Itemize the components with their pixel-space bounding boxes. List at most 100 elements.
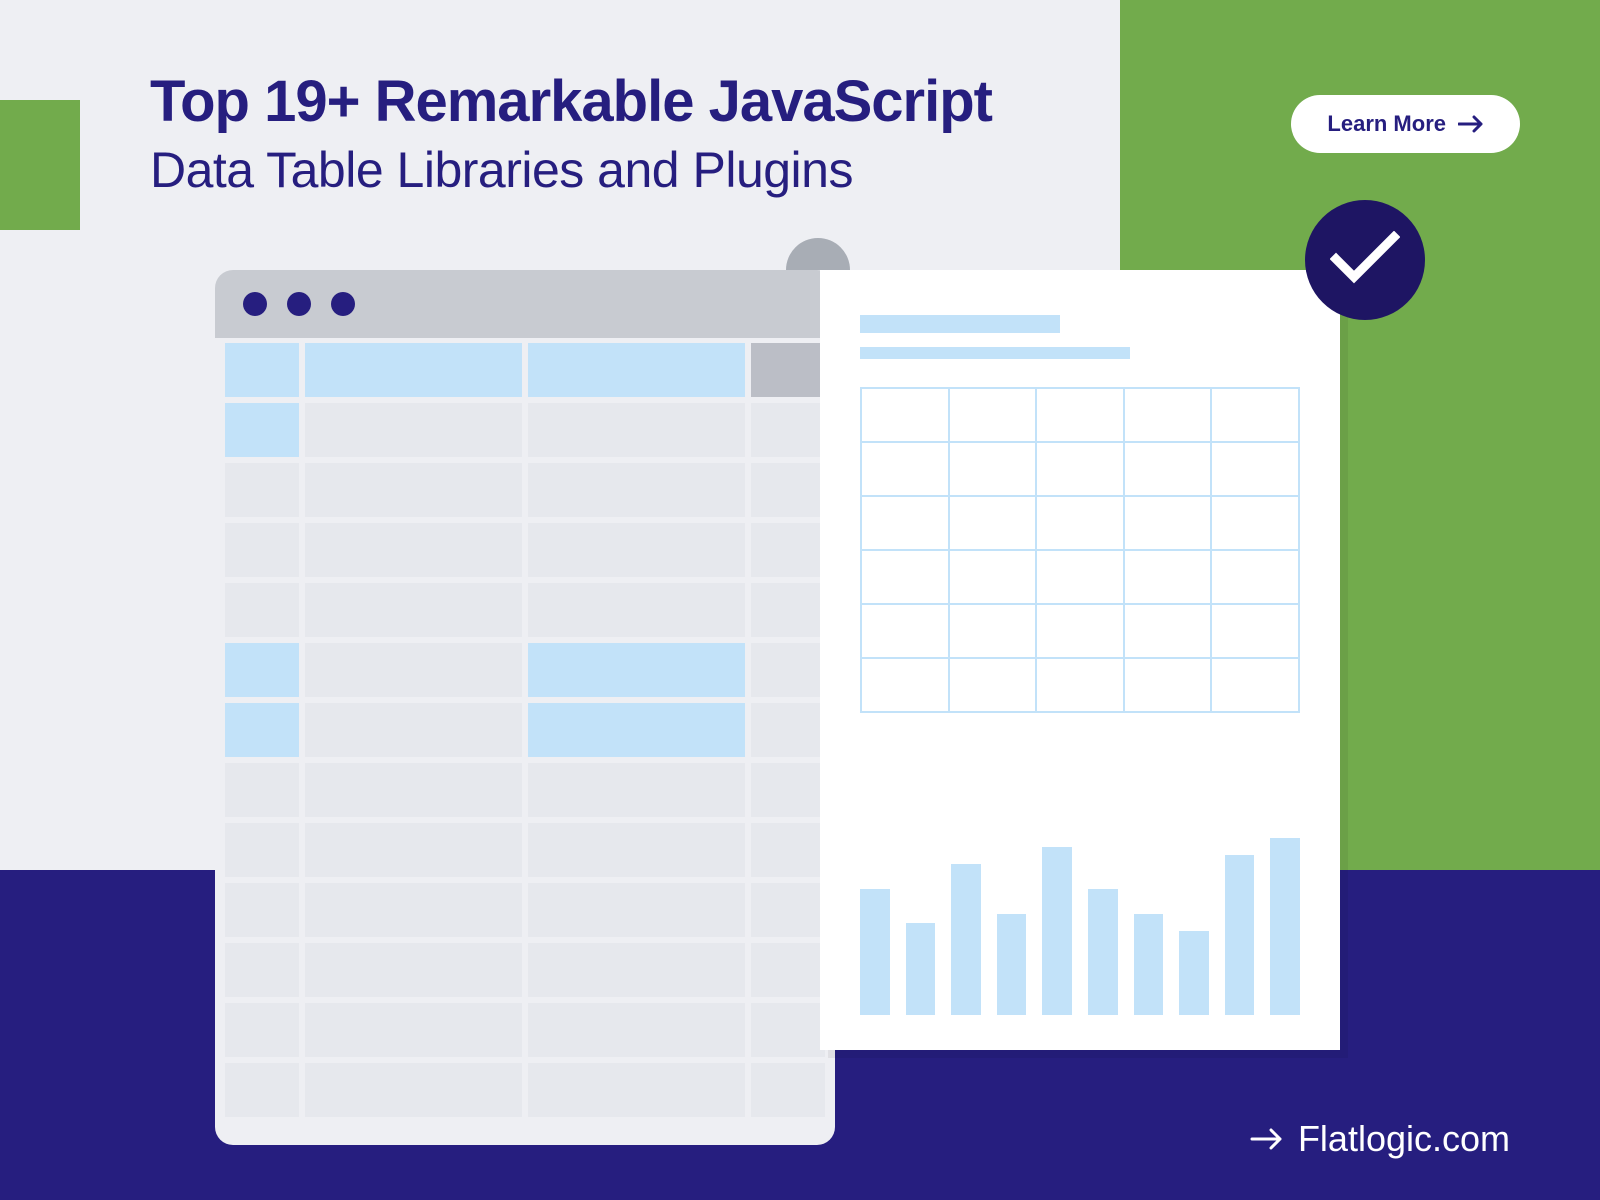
sheet-cell xyxy=(528,823,745,877)
paper-table-cell xyxy=(1124,550,1212,604)
sheet-cell xyxy=(305,583,522,637)
paper-table-cell xyxy=(1211,496,1299,550)
sheet-cell xyxy=(751,943,825,997)
chart-bar xyxy=(997,914,1027,1015)
sheet-row xyxy=(225,763,825,817)
brand-link[interactable]: Flatlogic.com xyxy=(1250,1118,1510,1160)
sheet-cell xyxy=(225,403,299,457)
sheet-cell xyxy=(225,523,299,577)
sheet-cell xyxy=(528,703,745,757)
sheet-cell xyxy=(528,583,745,637)
paper-subtitle-placeholder xyxy=(860,347,1130,359)
paper-table-cell xyxy=(1036,442,1124,496)
sheet-cell xyxy=(528,403,745,457)
sheet-cell xyxy=(528,643,745,697)
sheet-cell xyxy=(528,883,745,937)
page-heading: Top 19+ Remarkable JavaScript Data Table… xyxy=(150,70,992,199)
sheet-cell xyxy=(225,343,299,397)
sheet-cell xyxy=(225,823,299,877)
sheet-cell xyxy=(751,343,825,397)
sheet-cell xyxy=(751,583,825,637)
check-badge xyxy=(1305,200,1425,320)
paper-table-cell xyxy=(949,604,1037,658)
chart-bar xyxy=(1225,855,1255,1015)
sheet-row xyxy=(225,403,825,457)
paper-table-cell xyxy=(1124,658,1212,712)
paper-table-cell xyxy=(861,604,949,658)
chart-bar xyxy=(951,864,981,1015)
window-dot-icon xyxy=(243,292,267,316)
chart-bar xyxy=(1179,931,1209,1015)
paper-table-cell xyxy=(861,496,949,550)
paper-table-cell xyxy=(1211,550,1299,604)
heading-title: Top 19+ Remarkable JavaScript xyxy=(150,70,992,134)
sheet-row xyxy=(225,583,825,637)
spreadsheet-grid xyxy=(215,338,835,1117)
sheet-cell xyxy=(305,823,522,877)
paper-table-cell xyxy=(949,388,1037,442)
sheet-cell xyxy=(751,823,825,877)
chart-bar xyxy=(860,889,890,1015)
sheet-cell xyxy=(305,763,522,817)
chart-bar xyxy=(1042,847,1072,1015)
sheet-cell xyxy=(751,523,825,577)
sheet-cell xyxy=(305,1003,522,1057)
paper-table-cell xyxy=(861,550,949,604)
sheet-cell xyxy=(225,643,299,697)
paper-title-placeholder xyxy=(860,315,1060,333)
report-paper xyxy=(820,270,1340,1050)
paper-table-cell xyxy=(861,658,949,712)
paper-table-cell xyxy=(861,442,949,496)
sheet-row xyxy=(225,703,825,757)
sheet-cell xyxy=(305,943,522,997)
sheet-cell xyxy=(751,763,825,817)
paper-table-cell xyxy=(1036,496,1124,550)
sheet-cell xyxy=(305,343,522,397)
sheet-cell xyxy=(528,1003,745,1057)
paper-table-cell xyxy=(949,496,1037,550)
sheet-cell xyxy=(225,703,299,757)
sheet-cell xyxy=(751,703,825,757)
sheet-cell xyxy=(751,883,825,937)
learn-more-button[interactable]: Learn More xyxy=(1291,95,1520,153)
sheet-cell xyxy=(528,523,745,577)
chart-bar xyxy=(1088,889,1118,1015)
paper-table-cell xyxy=(1124,496,1212,550)
browser-window xyxy=(215,270,835,1145)
chart-bar xyxy=(1270,838,1300,1015)
paper-table-cell xyxy=(1124,604,1212,658)
sheet-row xyxy=(225,943,825,997)
paper-table-cell xyxy=(1036,388,1124,442)
sheet-cell xyxy=(528,943,745,997)
sheet-cell xyxy=(751,1003,825,1057)
paper-table-cell xyxy=(1036,604,1124,658)
paper-table-cell xyxy=(1211,604,1299,658)
sheet-cell xyxy=(225,583,299,637)
chart-bar xyxy=(906,923,936,1016)
window-dot-icon xyxy=(331,292,355,316)
arrow-right-icon xyxy=(1250,1118,1284,1160)
chart-bar xyxy=(1134,914,1164,1015)
sheet-cell xyxy=(751,403,825,457)
browser-titlebar xyxy=(215,270,835,338)
paper-table-cell xyxy=(949,658,1037,712)
sheet-cell xyxy=(528,343,745,397)
brand-name: Flatlogic.com xyxy=(1298,1118,1510,1160)
sheet-cell xyxy=(225,1063,299,1117)
paper-table-cell xyxy=(1124,442,1212,496)
sheet-cell xyxy=(305,703,522,757)
paper-table-cell xyxy=(1211,442,1299,496)
sheet-row xyxy=(225,643,825,697)
sheet-row xyxy=(225,523,825,577)
sheet-cell xyxy=(225,463,299,517)
sheet-cell xyxy=(528,763,745,817)
learn-more-label: Learn More xyxy=(1327,111,1446,137)
sheet-row xyxy=(225,343,825,397)
sheet-row xyxy=(225,1063,825,1117)
sheet-row xyxy=(225,1003,825,1057)
paper-table-cell xyxy=(949,442,1037,496)
sheet-cell xyxy=(305,883,522,937)
paper-table-cell xyxy=(1036,550,1124,604)
paper-table xyxy=(860,387,1300,713)
sheet-cell xyxy=(225,943,299,997)
